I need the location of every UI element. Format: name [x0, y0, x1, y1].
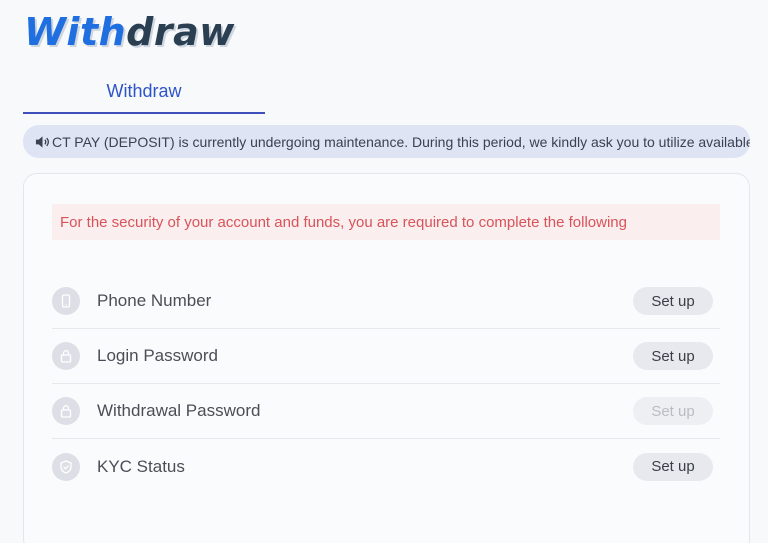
lock-icon — [52, 342, 80, 370]
tab-bar: Withdraw — [23, 70, 265, 114]
login-password-setup-button[interactable]: Set up — [633, 342, 713, 370]
row-label: KYC Status — [97, 456, 185, 476]
maintenance-notice: CT PAY (DEPOSIT) is currently undergoing… — [23, 125, 750, 158]
row-label: Phone Number — [97, 291, 212, 310]
page-title: Withdraw — [24, 10, 235, 54]
security-warning: For the security of your account and fun… — [52, 204, 720, 240]
row-label: Login Password — [97, 346, 218, 365]
row-withdrawal-password: Withdrawal Password Set up — [52, 384, 720, 439]
speaker-icon — [35, 135, 50, 148]
row-label: Withdrawal Password — [97, 401, 261, 420]
shield-check-icon — [52, 452, 80, 481]
notice-text: CT PAY (DEPOSIT) is currently undergoing… — [52, 133, 750, 150]
phone-icon — [52, 287, 80, 315]
page-title-accent: With — [24, 10, 127, 54]
withdrawal-password-setup-button[interactable]: Set up — [633, 397, 713, 425]
tab-withdraw[interactable]: Withdraw — [23, 70, 265, 112]
row-kyc-status: KYC Status Set up — [52, 439, 720, 494]
phone-setup-button[interactable]: Set up — [633, 287, 713, 315]
row-login-password: Login Password Set up — [52, 329, 720, 384]
lock-icon — [52, 397, 80, 425]
row-phone-number: Phone Number Set up — [52, 274, 720, 329]
security-card: For the security of your account and fun… — [23, 173, 750, 543]
page-title-rest: draw — [126, 10, 235, 54]
kyc-setup-button[interactable]: Set up — [633, 452, 713, 481]
